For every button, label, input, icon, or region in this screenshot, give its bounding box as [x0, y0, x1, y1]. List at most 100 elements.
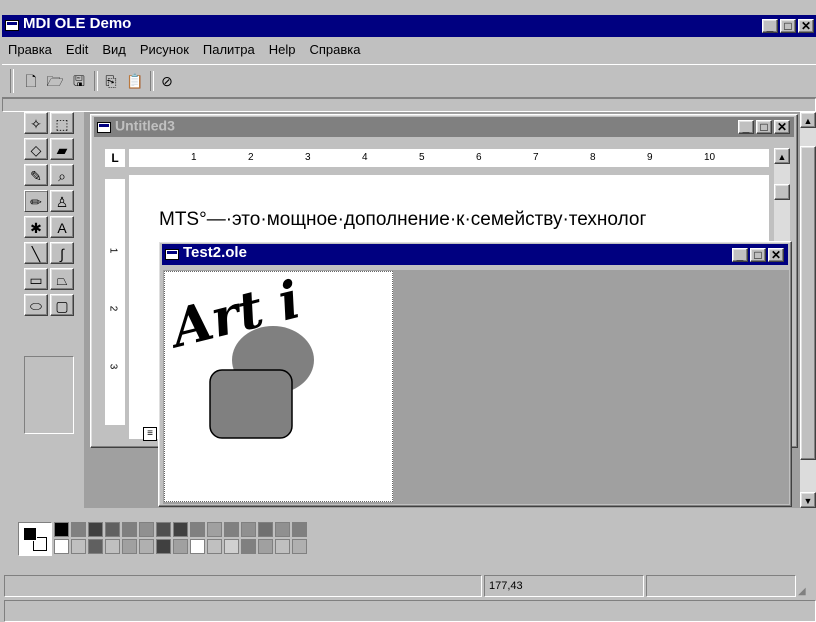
document-text[interactable]: MTS°—·это·мощное·дополнение·к·семейству·…	[159, 209, 646, 231]
close-icon[interactable]: ✕	[798, 19, 814, 33]
menu-item-2[interactable]: Вид	[102, 42, 126, 57]
page-view-icon[interactable]: ≡	[143, 427, 157, 441]
text-icon[interactable]: A	[50, 216, 74, 238]
menu-item-5[interactable]: Help	[269, 42, 296, 57]
curve-icon[interactable]: ∫	[50, 242, 74, 264]
color-swatch[interactable]	[292, 522, 307, 537]
menu-item-6[interactable]: Справка	[309, 42, 360, 57]
color-swatch[interactable]	[258, 539, 273, 554]
ole-canvas[interactable]: Art i	[164, 269, 393, 502]
color-swatch[interactable]	[139, 539, 154, 554]
ole-window[interactable]: Test2.ole _ □ ✕ Art i	[158, 241, 792, 507]
rounded-rect-icon[interactable]: ▢	[50, 294, 74, 316]
document-titlebar[interactable]: Untitled3 _ □ ✕	[94, 117, 794, 137]
rectangle-icon[interactable]: ▭	[24, 268, 48, 290]
new-document-icon[interactable]: 🗋	[20, 70, 42, 92]
color-swatch[interactable]	[258, 522, 273, 537]
doc-close-icon[interactable]: ✕	[774, 120, 790, 134]
fill-icon[interactable]: ▰	[50, 138, 74, 160]
scroll-down-icon[interactable]: ▼	[800, 492, 816, 508]
color-swatch[interactable]	[88, 522, 103, 537]
menu-item-0[interactable]: Правка	[8, 42, 52, 57]
doc-scroll-up-icon[interactable]: ▲	[774, 148, 790, 164]
ole-maximize-icon[interactable]: □	[750, 248, 766, 262]
app-icon	[5, 20, 19, 32]
doc-minimize-icon[interactable]: _	[738, 120, 754, 134]
mdi-scrollbar[interactable]: ▲ ▼	[800, 112, 816, 508]
color-swatch[interactable]	[71, 539, 86, 554]
foreground-color-swatch[interactable]	[23, 527, 37, 541]
status-pane-extra	[646, 575, 796, 597]
ole-close-icon[interactable]: ✕	[768, 248, 784, 262]
color-swatch[interactable]	[173, 539, 188, 554]
color-swatch[interactable]	[224, 539, 239, 554]
tab-stop-selector[interactable]: L	[105, 149, 125, 167]
color-swatch[interactable]	[105, 539, 120, 554]
zoom-icon[interactable]: ⌕	[50, 164, 74, 186]
pencil-icon[interactable]: ✏	[24, 190, 48, 212]
select-rect-icon[interactable]: ⬚	[50, 112, 74, 134]
brush-icon[interactable]: ♙	[50, 190, 74, 212]
color-swatch[interactable]	[275, 522, 290, 537]
paste-icon[interactable]: 📋	[124, 70, 146, 92]
menu-bar: Правка Edit Вид Рисунок Палитра Help Справка	[8, 40, 374, 60]
vertical-ruler[interactable]: 1 2 3	[105, 179, 125, 425]
color-swatch[interactable]	[156, 522, 171, 537]
color-swatch[interactable]	[105, 522, 120, 537]
picker-icon[interactable]: ✎	[24, 164, 48, 186]
color-swatch[interactable]	[156, 539, 171, 554]
resize-grip-icon[interactable]: ◢	[798, 586, 812, 600]
minimize-icon[interactable]: _	[762, 19, 778, 33]
color-swatch[interactable]	[241, 539, 256, 554]
menu-item-1[interactable]: Edit	[66, 42, 88, 57]
color-swatch[interactable]	[71, 522, 86, 537]
color-swatch[interactable]	[54, 539, 69, 554]
line-icon[interactable]: ╲	[24, 242, 48, 264]
ole-titlebar[interactable]: Test2.ole _ □ ✕	[162, 244, 788, 265]
scroll-thumb[interactable]	[800, 146, 816, 460]
toolbar-separator	[94, 71, 98, 91]
polygon-icon[interactable]: ⏢	[50, 268, 74, 290]
copy-icon[interactable]: ⎘	[100, 70, 122, 92]
disabled-icon[interactable]: ⊘	[156, 70, 178, 92]
doc-scroll-thumb[interactable]	[774, 184, 790, 200]
menu-item-3[interactable]: Рисунок	[140, 42, 189, 57]
ruler-number: 8	[590, 152, 596, 163]
airbrush-icon[interactable]: ✱	[24, 216, 48, 238]
vruler-number: 3	[107, 363, 119, 370]
select-free-icon[interactable]: ✧	[24, 112, 48, 134]
horizontal-ruler[interactable]: 1 2 3 4 5 6 7 8 9 10	[129, 149, 769, 167]
color-swatch[interactable]	[275, 539, 290, 554]
ruler-number: 2	[248, 152, 254, 163]
eraser-icon[interactable]: ◇	[24, 138, 48, 160]
color-swatch[interactable]	[292, 539, 307, 554]
scroll-up-icon[interactable]: ▲	[800, 112, 816, 128]
doc-maximize-icon[interactable]: □	[756, 120, 772, 134]
menu-item-4[interactable]: Палитра	[203, 42, 255, 57]
toolbar: 🗋 🗁 🖫 ⎘ 📋 ⊘	[2, 64, 816, 98]
ruler-number: 10	[704, 152, 716, 163]
color-swatch[interactable]	[88, 539, 103, 554]
ellipse-icon[interactable]: ⬭	[24, 294, 48, 316]
open-folder-icon[interactable]: 🗁	[44, 70, 66, 92]
color-swatch[interactable]	[207, 539, 222, 554]
color-swatch[interactable]	[173, 522, 188, 537]
toolbar-separator	[150, 71, 154, 91]
app-titlebar[interactable]: MDI OLE Demo _ □ ✕	[2, 15, 816, 37]
save-icon[interactable]: 🖫	[68, 70, 90, 92]
color-swatch[interactable]	[224, 522, 239, 537]
color-swatch[interactable]	[54, 522, 69, 537]
current-colors[interactable]	[18, 522, 52, 556]
color-swatch[interactable]	[122, 522, 137, 537]
maximize-icon[interactable]: □	[780, 19, 796, 33]
color-swatch[interactable]	[190, 539, 205, 554]
ole-minimize-icon[interactable]: _	[732, 248, 748, 262]
tool-options	[24, 356, 74, 434]
color-swatch[interactable]	[190, 522, 205, 537]
color-swatch[interactable]	[207, 522, 222, 537]
color-swatch[interactable]	[122, 539, 137, 554]
color-swatch[interactable]	[241, 522, 256, 537]
status-pane-message	[4, 575, 482, 597]
ole-rounded-rect	[209, 369, 293, 439]
color-swatch[interactable]	[139, 522, 154, 537]
